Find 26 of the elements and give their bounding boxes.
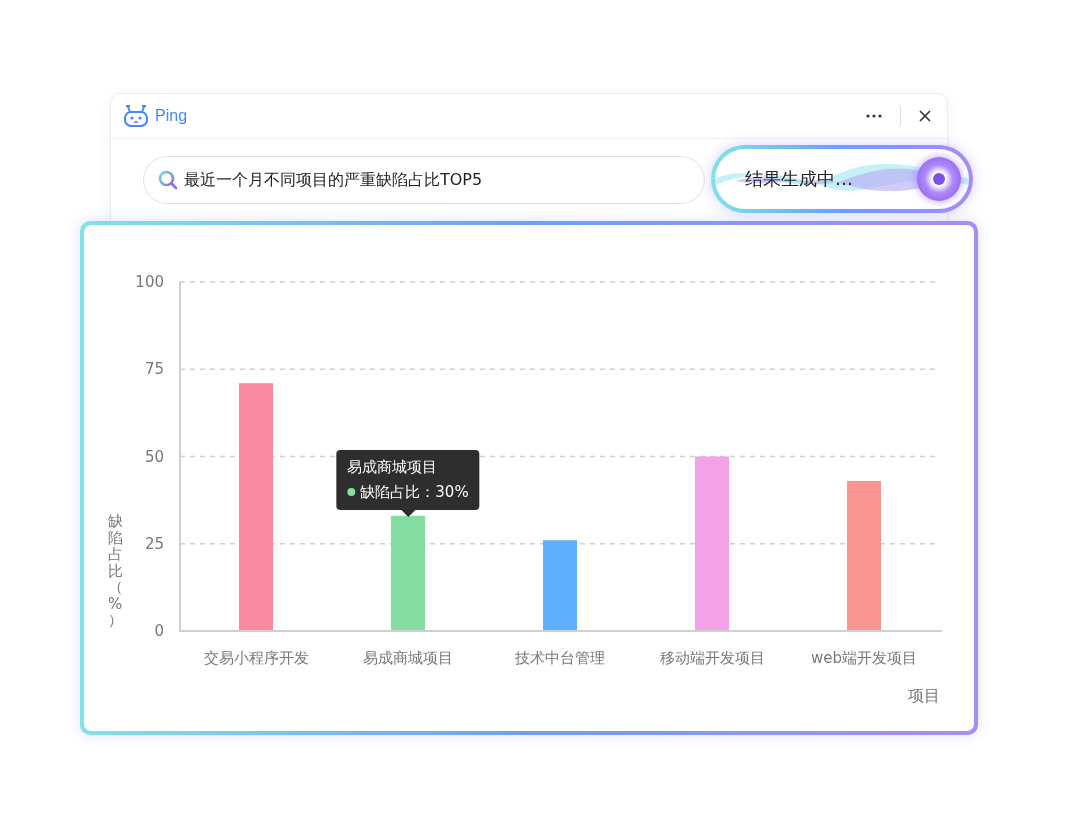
bar[interactable] — [543, 540, 577, 630]
status-label: 结果生成中… — [745, 167, 854, 191]
search-icon — [158, 170, 178, 190]
x-tick-label: 技术中台管理 — [515, 649, 605, 667]
robot-logo-icon — [123, 105, 149, 127]
x-tick-label: 交易小程序开发 — [203, 649, 309, 667]
y-tick-label: 75 — [144, 360, 164, 379]
bar[interactable] — [695, 456, 729, 630]
y-tick-label: 25 — [144, 534, 164, 553]
x-tick-label: 移动端开发项目 — [659, 649, 765, 667]
y-tick-label: 0 — [154, 622, 164, 640]
bar[interactable] — [391, 515, 425, 630]
bar[interactable] — [847, 480, 881, 630]
more-icon[interactable] — [866, 114, 882, 118]
app-name: Ping — [155, 107, 188, 125]
x-axis-title: 项目 — [908, 686, 940, 705]
y-axis-title: 缺陷占比（%） — [108, 513, 123, 629]
tooltip-value: 缺陷占比：30% — [360, 482, 469, 502]
bar[interactable] — [239, 383, 273, 630]
close-icon[interactable] — [919, 110, 931, 122]
orb-icon — [917, 157, 961, 201]
x-tick-label: web端开发项目 — [811, 649, 917, 667]
tooltip-title: 易成商城项目 — [347, 457, 439, 477]
y-tick-label: 100 — [135, 273, 164, 291]
x-tick-label: 易成商城项目 — [363, 649, 453, 667]
y-tick-label: 50 — [144, 447, 164, 466]
